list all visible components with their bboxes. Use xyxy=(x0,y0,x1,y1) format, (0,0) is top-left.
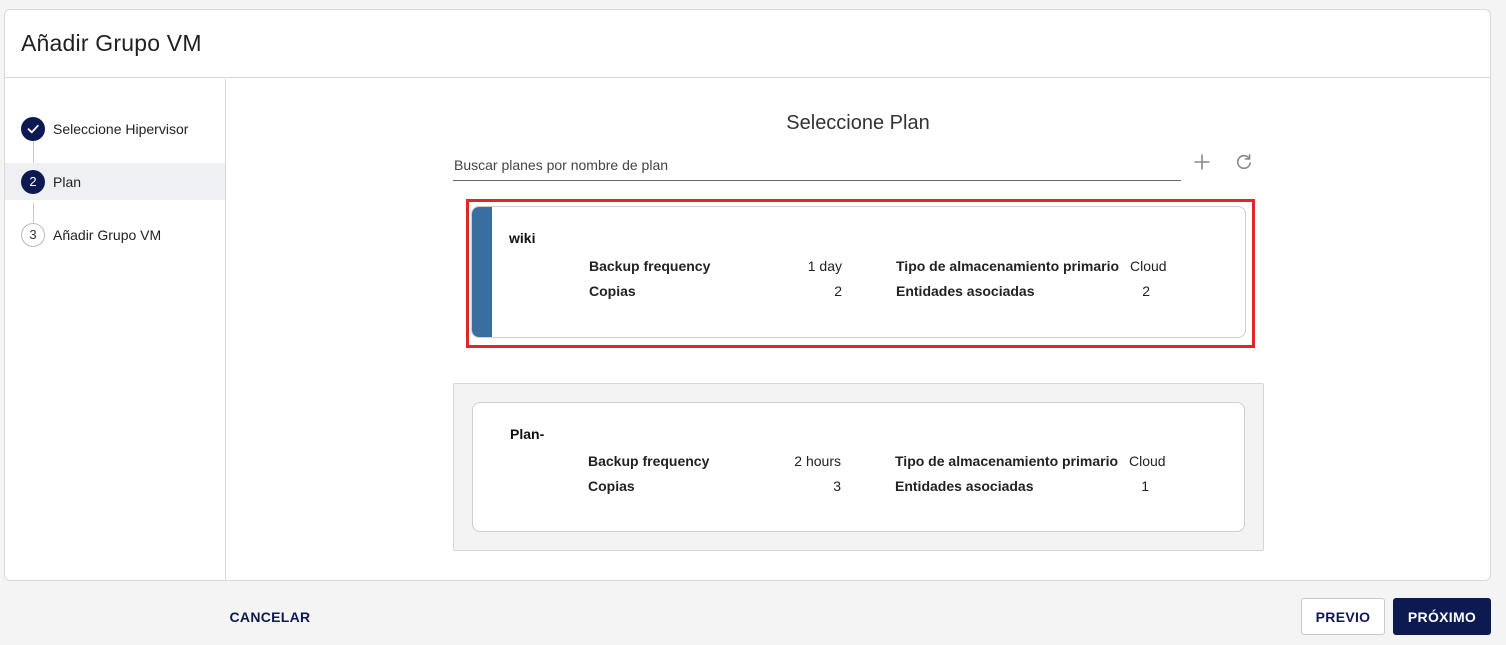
plus-icon[interactable] xyxy=(1191,151,1213,173)
copies-label: Copias xyxy=(588,478,635,494)
copies-value: 3 xyxy=(833,478,841,494)
storage-type-label: Tipo de almacenamiento primario xyxy=(896,258,1120,274)
dialog-title: Añadir Grupo VM xyxy=(21,30,202,56)
section-title: Seleccione Plan xyxy=(786,112,930,134)
wizard-steps: Seleccione Hipervisor 2 Plan 3 Añadir Gr… xyxy=(5,79,226,580)
plan-option-frame: Plan- Backup frequency 2 hours Tipo de a… xyxy=(453,383,1264,551)
copies-value: 2 xyxy=(834,283,842,299)
plan-selection-panel: Seleccione Plan wiki Backup frequency 1 … xyxy=(226,79,1490,580)
copies-label: Copias xyxy=(589,283,636,299)
associated-entities-value: 1 xyxy=(1141,478,1149,494)
associated-entities-value: 2 xyxy=(1142,283,1150,299)
backup-frequency-label: Backup frequency xyxy=(588,453,710,469)
plan-card[interactable]: Plan- Backup frequency 2 hours Tipo de a… xyxy=(472,402,1245,532)
refresh-icon[interactable] xyxy=(1233,151,1255,173)
storage-type-label: Tipo de almacenamiento primario xyxy=(895,453,1119,469)
dialog-header: Añadir Grupo VM xyxy=(5,10,1490,78)
step-select-hypervisor[interactable]: Seleccione Hipervisor xyxy=(5,110,225,147)
next-button[interactable]: PRÓXIMO xyxy=(1393,598,1491,635)
add-vm-group-dialog: Añadir Grupo VM Seleccione Hipervisor 2 … xyxy=(4,9,1491,581)
backup-frequency-value: 1 day xyxy=(807,258,842,274)
step-label: Añadir Grupo VM xyxy=(53,226,162,243)
step-number: 3 xyxy=(21,222,45,247)
step-number: 2 xyxy=(21,169,45,194)
plan-name: Plan- xyxy=(510,426,545,442)
backup-frequency-label: Backup frequency xyxy=(589,258,711,274)
backup-frequency-value: 2 hours xyxy=(794,453,841,469)
step-label: Seleccione Hipervisor xyxy=(53,120,189,137)
plan-search xyxy=(453,149,1181,181)
step-label: Plan xyxy=(53,173,82,190)
plan-name: wiki xyxy=(509,230,536,246)
previous-button[interactable]: PREVIO xyxy=(1301,598,1385,635)
step-plan[interactable]: 2 Plan xyxy=(5,163,225,200)
cancel-button[interactable]: CANCELAR xyxy=(214,598,326,635)
step-add-vm-group[interactable]: 3 Añadir Grupo VM xyxy=(5,216,225,253)
plan-search-input[interactable] xyxy=(453,149,1181,180)
check-icon xyxy=(21,116,45,141)
associated-entities-label: Entidades asociadas xyxy=(896,283,1035,299)
storage-type-value: Cloud xyxy=(1129,453,1166,469)
associated-entities-label: Entidades asociadas xyxy=(895,478,1034,494)
plan-card[interactable]: wiki Backup frequency 1 day Tipo de alma… xyxy=(471,206,1246,338)
plan-selected-indicator xyxy=(472,207,492,337)
plan-option-selected-frame: wiki Backup frequency 1 day Tipo de alma… xyxy=(466,199,1255,348)
storage-type-value: Cloud xyxy=(1130,258,1167,274)
